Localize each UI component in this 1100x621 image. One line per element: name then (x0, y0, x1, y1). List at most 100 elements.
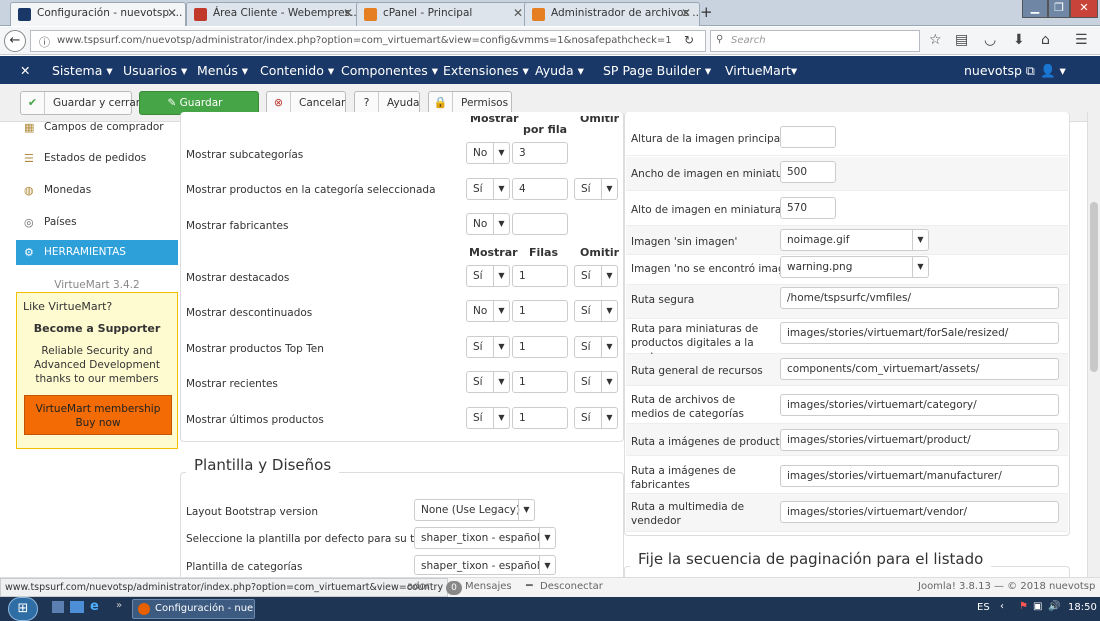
globe-icon: ◎ (24, 216, 34, 229)
page-scrollbar[interactable] (1087, 112, 1100, 584)
close-tab-icon[interactable]: ✕ (343, 6, 353, 20)
bootstrap-version-select[interactable]: None (Use Legacy) ▼ (414, 499, 535, 521)
show-select[interactable]: Sí ▼ (466, 265, 510, 287)
thumb-height-input[interactable]: 570 (780, 197, 836, 219)
menu-virtuemart[interactable]: VirtueMart▾ (725, 63, 797, 78)
more-icon[interactable]: » (116, 600, 122, 611)
messages-link[interactable]: Mensajes (465, 581, 512, 592)
show-select[interactable]: Sí ▼ (466, 178, 510, 200)
list-icon: ☰ (24, 152, 34, 165)
count-input[interactable]: 1 (512, 371, 568, 393)
show-select[interactable]: Sí ▼ (466, 407, 510, 429)
noimage-select[interactable]: noimage.gif ▼ (780, 229, 929, 251)
close-window-icon[interactable]: ✕ (1070, 0, 1098, 18)
setting-label: Ancho de imagen en miniatura (631, 168, 794, 180)
skip-select[interactable]: Sí ▼ (574, 407, 618, 429)
user-menu-icon[interactable]: 👤 ▾ (1040, 63, 1066, 79)
download-icon[interactable]: ⬇ (1013, 32, 1025, 48)
count-input[interactable]: 1 (512, 336, 568, 358)
bookmark-star-icon[interactable]: ☆ (929, 32, 942, 48)
count-input[interactable]: 1 (512, 265, 568, 287)
show-select[interactable]: Sí ▼ (466, 371, 510, 393)
thumb-width-input[interactable]: 500 (780, 161, 836, 183)
category-template-select[interactable]: shaper_tixon - español ▼ (414, 555, 556, 575)
ie-icon[interactable]: e (90, 599, 99, 614)
membership-button[interactable]: VirtueMart membership Buy now (24, 395, 172, 435)
search-input[interactable]: ⚲ Search (710, 30, 920, 52)
browser-tab[interactable]: Administrador de archivos ... ✕ (524, 2, 700, 26)
menu-ayuda[interactable]: Ayuda ▾ (535, 63, 584, 78)
new-tab-icon[interactable]: + (700, 3, 713, 21)
vendor-path-input[interactable]: images/stories/virtuemart/vendor/ (780, 501, 1059, 523)
secure-path-input[interactable]: /home/tspsurfc/vmfiles/ (780, 287, 1059, 309)
skip-select[interactable]: Sí ▼ (574, 336, 618, 358)
language-indicator[interactable]: ES (977, 602, 990, 613)
main-image-height-input[interactable] (780, 126, 836, 148)
manufacturer-path-input[interactable]: images/stories/virtuemart/manufacturer/ (780, 465, 1059, 487)
address-bar[interactable]: ⓘ www.tspsurf.com/nuevotsp/administrator/… (30, 30, 706, 52)
skip-select[interactable]: Sí ▼ (574, 265, 618, 287)
menu-icon[interactable]: ☰ (1075, 32, 1088, 48)
logout-link[interactable]: Desconectar (540, 581, 603, 592)
close-tab-icon[interactable]: ✕ (513, 6, 523, 20)
network-icon[interactable]: ▣ (1033, 601, 1042, 612)
count-input[interactable]: 1 (512, 407, 568, 429)
scrollbar-thumb[interactable] (1090, 202, 1098, 372)
promo-body: Reliable Security and Advanced Developme… (34, 345, 160, 385)
menu-menus[interactable]: Menús ▾ (197, 63, 248, 78)
tray-expand-icon[interactable]: ‹ (1000, 601, 1004, 612)
menu-componentes[interactable]: Componentes ▾ (341, 63, 438, 78)
sidebar-item-estados-pedidos[interactable]: ☰ Estados de pedidos (16, 144, 178, 174)
pocket-icon[interactable]: ◡ (984, 32, 996, 48)
show-select[interactable]: Sí ▼ (466, 336, 510, 358)
sidebar-item-campos-comprador[interactable]: ▦ Campos de comprador (16, 112, 178, 138)
assets-path-input[interactable]: components/com_virtuemart/assets/ (780, 358, 1059, 380)
show-select[interactable]: No ▼ (466, 142, 510, 164)
shop-template-select[interactable]: shaper_tixon - español ▼ (414, 527, 556, 549)
warning-image-select[interactable]: warning.png ▼ (780, 256, 929, 278)
reading-list-icon[interactable]: ▤ (955, 32, 968, 48)
explorer-icon[interactable] (70, 601, 84, 613)
minimize-icon[interactable]: ▁ (1022, 0, 1048, 18)
volume-icon[interactable]: 🔊 (1048, 601, 1060, 612)
taskbar-window-button[interactable]: Configuración - nue... (132, 599, 255, 619)
flag-icon[interactable]: ⚑ (1019, 601, 1028, 612)
clock[interactable]: 18:50 (1068, 602, 1097, 613)
forsale-path-input[interactable]: images/stories/virtuemart/forSale/resize… (780, 322, 1059, 344)
home-icon[interactable]: ⌂ (1041, 32, 1050, 48)
close-tab-icon[interactable]: ✕ (681, 6, 691, 20)
count-input[interactable]: 4 (512, 178, 568, 200)
count-input[interactable]: 3 (512, 142, 568, 164)
show-desktop-icon[interactable] (52, 601, 64, 613)
show-select[interactable]: No ▼ (466, 300, 510, 322)
skip-select[interactable]: Sí ▼ (574, 178, 618, 200)
skip-select[interactable]: Sí ▼ (574, 371, 618, 393)
maximize-icon[interactable]: ❐ (1048, 0, 1070, 18)
menu-sistema[interactable]: Sistema ▾ (52, 63, 113, 78)
menu-sp-page-builder[interactable]: SP Page Builder ▾ (603, 63, 711, 78)
sidebar-item-herramientas[interactable]: ⚙ HERRAMIENTAS (16, 240, 178, 265)
menu-extensiones[interactable]: Extensiones ▾ (443, 63, 529, 78)
menu-contenido[interactable]: Contenido ▾ (260, 63, 334, 78)
browser-tab-active[interactable]: Configuración - nuevotsp ... ✕ (10, 2, 186, 26)
sidebar-item-monedas[interactable]: ◍ Monedas (16, 176, 178, 206)
browser-tab[interactable]: Área Cliente - Webempres... ✕ (186, 2, 362, 26)
skip-select[interactable]: Sí ▼ (574, 300, 618, 322)
col-header-mostrar: Mostrar (469, 246, 518, 259)
start-button-icon[interactable]: ⊞ (8, 597, 38, 621)
menu-usuarios[interactable]: Usuarios ▾ (123, 63, 187, 78)
search-icon: ⚲ (716, 34, 724, 45)
back-icon[interactable]: ← (4, 30, 26, 52)
close-tab-icon[interactable]: ✕ (167, 6, 177, 20)
reload-icon[interactable]: ↻ (684, 33, 694, 47)
browser-tab[interactable]: cPanel - Principal ✕ (356, 2, 532, 26)
count-input[interactable] (512, 213, 568, 235)
show-select[interactable]: No ▼ (466, 213, 510, 235)
product-image-path-input[interactable]: images/stories/virtuemart/product/ (780, 429, 1059, 451)
category-media-path-input[interactable]: images/stories/virtuemart/category/ (780, 394, 1059, 416)
site-link[interactable]: nuevotsp ⧉ (964, 63, 1035, 79)
setting-label: Mostrar descontinuados (186, 307, 313, 319)
joomla-logo-icon[interactable]: ✕ (20, 63, 30, 78)
sidebar-item-paises[interactable]: ◎ Países (16, 208, 178, 238)
count-input[interactable]: 1 (512, 300, 568, 322)
